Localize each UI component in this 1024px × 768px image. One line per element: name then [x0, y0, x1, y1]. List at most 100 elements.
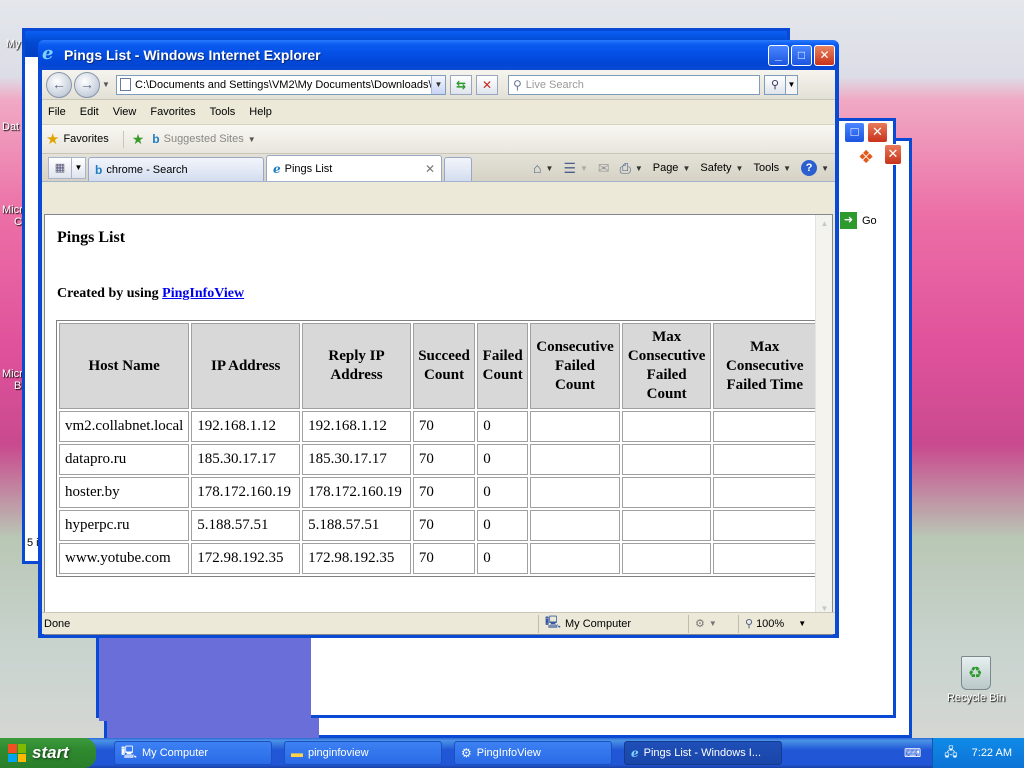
ie-titlebar[interactable]: e Pings List - Windows Internet Explorer…: [38, 40, 839, 70]
rss-icon: ☰: [563, 159, 576, 176]
stop-button[interactable]: ✕: [476, 74, 498, 95]
background-window-close-button-2[interactable]: ✕: [884, 144, 902, 165]
back-button[interactable]: ←: [46, 71, 72, 98]
tab-label-active: Pings List: [284, 162, 333, 175]
table-row: hoster.by 178.172.160.19 178.172.160.19 70 0: [59, 477, 816, 508]
column-header-failed-count[interactable]: Failed Count: [477, 323, 529, 409]
tab-chrome-search[interactable]: b chrome - Search: [88, 157, 264, 181]
page-menu[interactable]: Page ▼: [653, 162, 691, 174]
pinginfoview-link[interactable]: PingInfoView: [162, 286, 244, 301]
taskbar-button-my-computer[interactable]: 🖳 My Computer: [114, 741, 272, 765]
vertical-scrollbar[interactable]: ▲ ▼: [815, 215, 832, 617]
address-toolbar: ← → ▼ C:\Documents and Settings\VM2\My D…: [42, 70, 835, 100]
read-mail-button[interactable]: ✉: [598, 160, 610, 177]
page-title: Pings List: [57, 229, 126, 246]
bing-icon: b: [152, 132, 160, 146]
bing-tab-icon: b: [95, 162, 103, 177]
table-cell: www.yotube.com: [59, 543, 190, 574]
keyboard-icon[interactable]: ⌨: [904, 746, 921, 760]
tab-pings-list[interactable]: e Pings List ✕: [266, 155, 442, 181]
table-body: vm2.collabnet.local 192.168.1.12 192.168.1…: [59, 411, 816, 574]
menu-tools[interactable]: Tools: [210, 106, 236, 118]
table-cell: [713, 510, 816, 541]
address-bar[interactable]: C:\Documents and Settings\VM2\My Documen…: [116, 74, 446, 95]
address-input[interactable]: C:\Documents and Settings\VM2\My Documen…: [135, 79, 431, 91]
suggested-sites-button[interactable]: Suggested Sites: [164, 133, 244, 145]
menu-favorites[interactable]: Favorites: [150, 106, 195, 118]
ie-window: e Pings List - Windows Internet Explorer…: [38, 40, 839, 638]
windows-logo-icon: ❖: [858, 147, 875, 167]
taskbar-button-pinginfoview-app[interactable]: ⚙ PingInfoView: [454, 741, 612, 765]
menu-view[interactable]: View: [113, 106, 137, 118]
table-cell: [530, 510, 620, 541]
menu-help[interactable]: Help: [249, 106, 272, 118]
column-header-ip-address[interactable]: IP Address: [191, 323, 301, 409]
suggested-sites-dropdown-icon[interactable]: ▼: [248, 135, 256, 144]
search-box[interactable]: ⚲ Live Search: [508, 74, 760, 95]
table-cell: 5.188.57.51: [302, 510, 411, 541]
favorites-button[interactable]: Favorites: [63, 133, 108, 145]
maximize-button[interactable]: □: [791, 44, 812, 66]
tools-menu[interactable]: Tools ▼: [753, 162, 791, 174]
background-window-maximize-button[interactable]: □: [844, 122, 865, 143]
search-input[interactable]: Live Search: [526, 79, 584, 91]
minimize-button[interactable]: _: [768, 44, 789, 66]
go-button[interactable]: ➜ Go: [840, 212, 877, 229]
column-header-max-consecutive-failed[interactable]: Max Consecutive Failed Count: [621, 323, 712, 409]
background-window-status-fragment: 5 i: [27, 537, 39, 549]
safety-menu[interactable]: Safety ▼: [700, 162, 743, 174]
scroll-up-arrow-icon[interactable]: ▲: [817, 216, 832, 231]
zoom-control[interactable]: ⚲ 100% ▼: [738, 614, 818, 633]
table-row: datapro.ru 185.30.17.17 185.30.17.17 70 0: [59, 444, 816, 475]
table-cell: 178.172.160.19: [302, 477, 411, 508]
ie-logo-icon: e: [42, 43, 54, 64]
feeds-button[interactable]: ☰ ▼: [563, 160, 587, 177]
table-cell: [621, 477, 712, 508]
tab-list-dropdown[interactable]: ▼: [72, 157, 86, 179]
column-header-max-consecutive-failed-time[interactable]: Max Consecutive Failed Time: [713, 323, 816, 409]
taskbar-label: Pings List - Windows I...: [643, 747, 762, 759]
print-button[interactable]: ⎙ ▼: [620, 160, 643, 177]
table-cell: 70: [412, 411, 476, 442]
table-cell: [713, 543, 816, 574]
close-button[interactable]: ✕: [814, 44, 835, 66]
ie-client: ← → ▼ C:\Documents and Settings\VM2\My D…: [42, 70, 835, 635]
table-cell: datapro.ru: [59, 444, 190, 475]
network-icon[interactable]: 🖧: [944, 743, 957, 764]
address-dropdown-button[interactable]: ▼: [431, 75, 445, 94]
help-button[interactable]: ? ▼: [801, 160, 829, 176]
protected-mode-indicator[interactable]: ⚙ ▼: [688, 614, 738, 633]
start-button[interactable]: start: [0, 738, 96, 768]
forward-button[interactable]: →: [74, 71, 100, 98]
table-cell: [621, 411, 712, 442]
column-header-consecutive-failed[interactable]: Consecutive Failed Count: [530, 323, 620, 409]
table-cell: 185.30.17.17: [302, 444, 411, 475]
menu-file[interactable]: File: [48, 106, 66, 118]
new-tab-button[interactable]: [444, 157, 472, 181]
folder-icon: ▬: [291, 746, 303, 760]
background-window-close-button[interactable]: ✕: [867, 122, 888, 143]
quick-tabs-button[interactable]: ▦: [48, 157, 72, 179]
search-go-button[interactable]: ⚲: [764, 74, 786, 95]
search-options-dropdown[interactable]: ▼: [786, 74, 798, 95]
menu-edit[interactable]: Edit: [80, 106, 99, 118]
table-cell: 70: [412, 543, 476, 574]
column-header-reply-ip[interactable]: Reply IP Address: [302, 323, 411, 409]
table-cell: 192.168.1.12: [302, 411, 411, 442]
table-cell: 70: [412, 477, 476, 508]
tab-close-icon[interactable]: ✕: [425, 162, 435, 176]
add-to-favorites-icon[interactable]: ★: [122, 130, 144, 148]
recent-pages-dropdown[interactable]: ▼: [100, 80, 112, 89]
help-icon: ?: [801, 160, 818, 176]
refresh-button[interactable]: ⇆: [450, 74, 472, 95]
security-zone[interactable]: 🖳 My Computer: [538, 614, 688, 633]
column-header-succeed-count[interactable]: Succeed Count: [412, 323, 476, 409]
taskbar-button-ie[interactable]: e Pings List - Windows I...: [624, 741, 782, 765]
home-button[interactable]: ⌂ ▼: [533, 160, 553, 176]
recycle-bin[interactable]: Recycle Bin: [944, 656, 1008, 704]
clock[interactable]: 7:22 AM: [972, 747, 1012, 759]
table-cell: 192.168.1.12: [191, 411, 301, 442]
table-cell: [530, 477, 620, 508]
column-header-host-name[interactable]: Host Name: [59, 323, 190, 409]
taskbar-button-pinginfoview-folder[interactable]: ▬ pinginfoview: [284, 741, 442, 765]
